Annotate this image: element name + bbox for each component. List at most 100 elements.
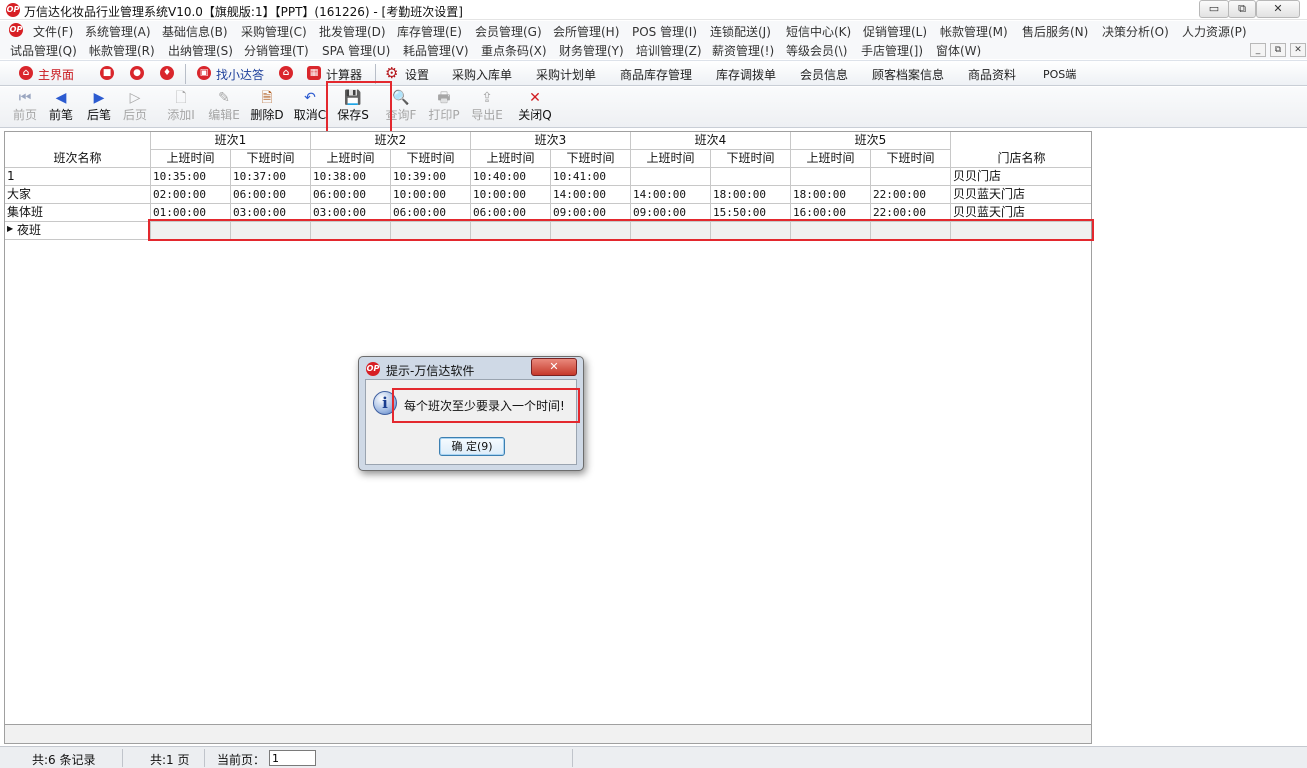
menu-item[interactable]: SPA 管理(U) — [322, 42, 390, 59]
time-cell[interactable]: 06:00:00 — [391, 204, 471, 222]
time-cell[interactable]: 10:40:00 — [471, 168, 551, 186]
horizontal-scrollbar[interactable] — [4, 724, 1092, 744]
export-button[interactable]: ⇪ 导出E — [467, 89, 507, 126]
time-cell[interactable]: 03:00:00 — [231, 204, 311, 222]
time-cell[interactable] — [471, 222, 551, 240]
prev-record-button[interactable]: ◀ 前笔 — [44, 89, 78, 126]
menu-item[interactable]: 会所管理(H) — [553, 23, 619, 40]
menu-item[interactable]: 出纳管理(S) — [168, 42, 233, 59]
find-assistant-link[interactable]: 找小达答 — [216, 66, 264, 83]
store-cell[interactable] — [951, 222, 1091, 240]
menu-item[interactable]: 等级会员(\) — [786, 42, 847, 59]
column-header-start[interactable]: 上班时间 — [791, 150, 871, 168]
cancel-button[interactable]: ↶ 取消C — [291, 89, 329, 126]
column-header-end[interactable]: 下班时间 — [551, 150, 631, 168]
store-cell[interactable]: 贝贝蓝天门店 — [951, 186, 1091, 204]
time-cell[interactable]: 14:00:00 — [551, 186, 631, 204]
menu-item[interactable]: 短信中心(K) — [786, 23, 851, 40]
menu-item[interactable]: 系统管理(A) — [85, 23, 151, 40]
time-cell[interactable]: 14:00:00 — [631, 186, 711, 204]
time-cell[interactable]: 09:00:00 — [631, 204, 711, 222]
time-cell[interactable]: 10:00:00 — [391, 186, 471, 204]
menu-item[interactable]: 会员管理(G) — [475, 23, 542, 40]
time-cell[interactable]: 15:50:00 — [711, 204, 791, 222]
time-cell[interactable]: 02:00:00 — [151, 186, 231, 204]
menu-item[interactable]: 耗品管理(V) — [403, 42, 469, 59]
column-header-end[interactable]: 下班时间 — [231, 150, 311, 168]
menu-item[interactable]: 促销管理(L) — [863, 23, 927, 40]
time-cell[interactable]: 06:00:00 — [311, 186, 391, 204]
time-cell[interactable]: 22:00:00 — [871, 204, 951, 222]
save-button[interactable]: 💾 保存S — [333, 89, 373, 126]
column-header-end[interactable]: 下班时间 — [871, 150, 951, 168]
time-cell[interactable]: 06:00:00 — [471, 204, 551, 222]
menu-item[interactable]: 帐款管理(M) — [940, 23, 1008, 40]
time-cell[interactable]: 10:39:00 — [391, 168, 471, 186]
menu-item[interactable]: 帐款管理(R) — [89, 42, 155, 59]
time-cell[interactable] — [231, 222, 311, 240]
menu-item[interactable]: 售后服务(N) — [1022, 23, 1088, 40]
column-header-start[interactable]: 上班时间 — [631, 150, 711, 168]
time-cell[interactable] — [391, 222, 471, 240]
time-cell[interactable] — [631, 168, 711, 186]
time-cell[interactable]: 03:00:00 — [311, 204, 391, 222]
time-cell[interactable]: 22:00:00 — [871, 186, 951, 204]
menu-item[interactable]: 窗体(W) — [936, 42, 981, 59]
time-cell[interactable]: 10:41:00 — [551, 168, 631, 186]
quick-link[interactable]: 库存调拨单 — [716, 66, 776, 83]
close-window-button[interactable]: ✕ — [1256, 0, 1300, 18]
menu-item[interactable]: 手店管理(]) — [861, 42, 923, 59]
quick-link[interactable]: POS端 — [1043, 66, 1076, 82]
time-cell[interactable]: 10:00:00 — [471, 186, 551, 204]
lock-icon[interactable]: ■ — [100, 66, 114, 80]
time-cell[interactable] — [711, 222, 791, 240]
add-button[interactable]: 🗋 添加I — [162, 89, 200, 126]
time-cell[interactable]: 01:00:00 — [151, 204, 231, 222]
mdi-close-button[interactable]: ✕ — [1290, 43, 1306, 57]
edit-button[interactable]: ✎ 编辑E — [205, 89, 243, 126]
time-cell[interactable]: 10:38:00 — [311, 168, 391, 186]
time-cell[interactable]: 10:35:00 — [151, 168, 231, 186]
menu-item[interactable]: 采购管理(C) — [241, 23, 307, 40]
menu-item[interactable]: 人力资源(P) — [1182, 23, 1247, 40]
quick-link[interactable]: 商品资料 — [968, 66, 1016, 83]
chat-icon[interactable]: ● — [130, 66, 144, 80]
house-icon[interactable]: ⌂ — [279, 66, 293, 80]
menu-item[interactable]: 培训管理(Z) — [636, 42, 702, 59]
quick-link[interactable]: 采购入库单 — [452, 66, 512, 83]
quick-link[interactable]: 顾客档案信息 — [872, 66, 944, 83]
column-header-store[interactable]: 门店名称 — [951, 150, 1091, 168]
minimize-button[interactable]: ▭ — [1199, 0, 1229, 18]
current-page-input[interactable] — [269, 750, 316, 766]
menu-item[interactable]: 文件(F) — [33, 23, 73, 40]
bulb-icon[interactable]: ♦ — [160, 66, 174, 80]
time-cell[interactable] — [311, 222, 391, 240]
query-button[interactable]: 🔍 查询F — [381, 89, 421, 126]
column-header-name[interactable]: 班次名称 — [5, 150, 151, 168]
menu-item[interactable]: 批发管理(D) — [319, 23, 386, 40]
menu-item[interactable]: 基础信息(B) — [162, 23, 228, 40]
menu-item[interactable]: 重点条码(X) — [481, 42, 547, 59]
column-header-start[interactable]: 上班时间 — [151, 150, 231, 168]
column-header-start[interactable]: 上班时间 — [471, 150, 551, 168]
store-cell[interactable]: 贝贝门店 — [951, 168, 1091, 186]
time-cell[interactable]: 09:00:00 — [551, 204, 631, 222]
last-page-button[interactable]: ▷ 后页 — [118, 89, 152, 126]
row-name-cell[interactable]: 1 — [5, 168, 151, 186]
time-cell[interactable]: 16:00:00 — [791, 204, 871, 222]
main-screen-link[interactable]: 主界面 — [38, 66, 74, 83]
time-cell[interactable] — [551, 222, 631, 240]
column-header-end[interactable]: 下班时间 — [391, 150, 471, 168]
time-cell[interactable]: 06:00:00 — [231, 186, 311, 204]
settings-link[interactable]: 设置 — [405, 66, 429, 83]
dialog-close-button[interactable]: ✕ — [531, 358, 577, 376]
time-cell[interactable] — [151, 222, 231, 240]
quick-link[interactable]: 商品库存管理 — [620, 66, 692, 83]
menu-item[interactable]: 库存管理(E) — [397, 23, 462, 40]
store-cell[interactable]: 贝贝蓝天门店 — [951, 204, 1091, 222]
time-cell[interactable] — [631, 222, 711, 240]
menu-item[interactable]: 决策分析(O) — [1102, 23, 1169, 40]
row-name-cell[interactable]: 大家 — [5, 186, 151, 204]
menu-item[interactable]: POS 管理(I) — [632, 23, 697, 40]
next-record-button[interactable]: ▶ 后笔 — [82, 89, 116, 126]
